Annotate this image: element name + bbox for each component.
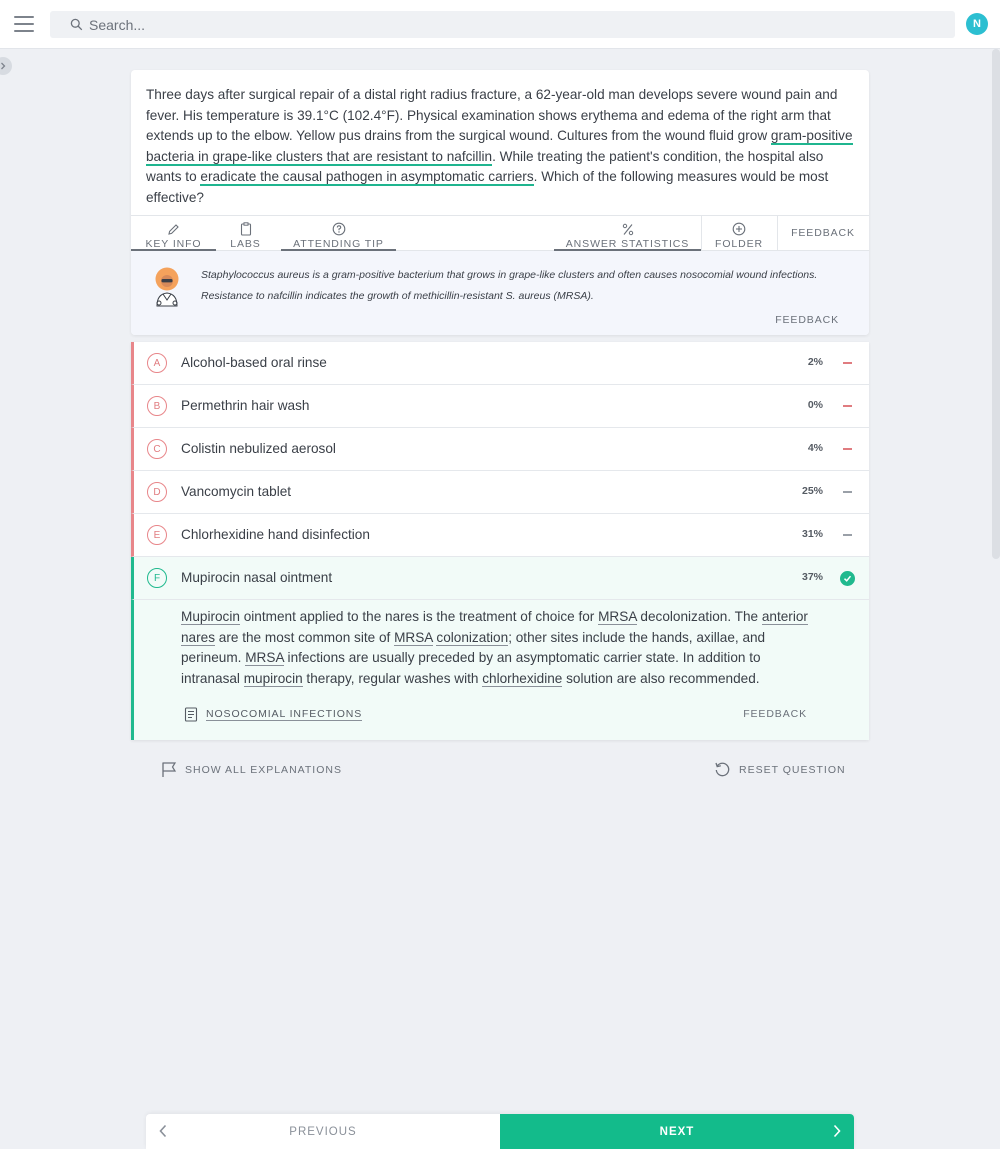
option-letter: B — [147, 396, 167, 416]
option-letter: E — [147, 525, 167, 545]
option-text: Colistin nebulized aerosol — [181, 441, 336, 456]
article-icon — [184, 707, 198, 722]
search-bar[interactable] — [50, 11, 955, 38]
top-bar: N — [0, 0, 1000, 49]
answer-option-d[interactable]: D Vancomycin tablet 25% — [131, 471, 869, 514]
show-all-explanations-button[interactable]: SHOW ALL EXPLANATIONS — [161, 761, 342, 778]
collapse-dash-icon[interactable] — [843, 448, 852, 450]
option-text: Chlorhexidine hand disinfection — [181, 527, 370, 542]
tab-folder[interactable]: FOLDER — [701, 216, 777, 251]
option-percent: 31% — [801, 528, 823, 540]
question-text: Three days after surgical repair of a di… — [146, 87, 853, 205]
search-input[interactable] — [89, 16, 689, 33]
previous-button[interactable]: PREVIOUS — [146, 1114, 500, 1149]
option-letter: D — [147, 482, 167, 502]
chevron-right-icon — [833, 1124, 841, 1138]
tab-labs[interactable]: LABS — [222, 216, 269, 251]
question-navigation: PREVIOUS NEXT — [146, 1114, 854, 1149]
highlighted-key-info[interactable]: eradicate the causal pathogen in asympto… — [200, 169, 534, 186]
reset-question-button[interactable]: RESET QUESTION — [714, 761, 846, 778]
glossary-link[interactable]: colonization — [436, 629, 509, 646]
sidebar-toggle-button[interactable] — [0, 57, 12, 75]
percent-icon — [622, 223, 633, 236]
add-circle-icon — [732, 222, 746, 236]
glossary-link[interactable]: MRSA — [245, 650, 284, 666]
question-circle-icon — [332, 222, 345, 236]
question-card: Three days after surgical repair of a di… — [131, 70, 869, 335]
option-letter: F — [147, 568, 167, 588]
pencil-icon — [168, 224, 179, 235]
tab-attending-tip[interactable]: ATTENDING TIP — [281, 216, 396, 252]
user-avatar[interactable]: N — [966, 13, 988, 35]
glossary-link[interactable]: MRSA — [598, 609, 637, 625]
glossary-link[interactable]: chlorhexidine — [482, 670, 563, 687]
chevron-left-icon — [159, 1124, 167, 1138]
reset-icon — [715, 762, 730, 777]
attending-tip-panel: Staphylococcus aureus is a gram-positive… — [131, 251, 869, 335]
option-percent: 25% — [801, 485, 823, 497]
tab-answer-statistics[interactable]: ANSWER STATISTICS — [554, 216, 701, 252]
attending-tip-text: Staphylococcus aureus is a gram-positive… — [201, 269, 818, 302]
search-icon — [70, 18, 83, 31]
collapse-dash-icon[interactable] — [843, 362, 852, 364]
answer-option-a[interactable]: A Alcohol-based oral rinse 2% — [131, 342, 869, 385]
article-link[interactable]: NOSOCOMIAL INFECTIONS — [184, 707, 363, 722]
answer-option-b[interactable]: B Permethrin hair wash 0% — [131, 385, 869, 428]
collapse-dash-icon[interactable] — [843, 405, 852, 407]
next-button[interactable]: NEXT — [500, 1114, 854, 1149]
option-text: Permethrin hair wash — [181, 398, 310, 413]
tip-feedback-button[interactable]: FEEDBACK — [775, 314, 839, 326]
collapse-dash-icon[interactable] — [843, 534, 852, 536]
option-text: Alcohol-based oral rinse — [181, 355, 327, 370]
answer-list: A Alcohol-based oral rinse 2% B Permethr… — [131, 342, 869, 740]
answer-option-f[interactable]: F Mupirocin nasal ointment 37% — [131, 557, 869, 600]
glossary-link[interactable]: mupirocin — [243, 670, 303, 687]
page-scrollbar[interactable] — [992, 49, 1000, 559]
option-text: Vancomycin tablet — [181, 484, 292, 499]
question-tabs: KEY INFO LABS ATTENDING TIP ANSWER STATI… — [131, 215, 869, 252]
option-percent: 0% — [807, 399, 823, 411]
answer-explanation: Mupirocin ointment applied to the nares … — [131, 600, 869, 740]
glossary-link[interactable]: MRSA — [394, 629, 433, 646]
tab-feedback[interactable]: FEEDBACK — [777, 216, 869, 251]
glossary-link[interactable]: Mupirocin — [181, 609, 240, 625]
explanation-text: Mupirocin ointment applied to the nares … — [181, 609, 808, 687]
answer-option-c[interactable]: C Colistin nebulized aerosol 4% — [131, 428, 869, 471]
flag-icon — [162, 762, 177, 777]
answer-option-e[interactable]: E Chlorhexidine hand disinfection 31% — [131, 514, 869, 557]
option-percent: 37% — [801, 571, 823, 583]
clipboard-icon — [240, 222, 251, 236]
option-percent: 4% — [807, 442, 823, 454]
collapse-dash-icon[interactable] — [843, 491, 852, 493]
option-percent: 2% — [807, 356, 823, 368]
hamburger-menu-icon[interactable] — [14, 16, 34, 32]
option-letter: C — [147, 439, 167, 459]
explanation-feedback-button[interactable]: FEEDBACK — [743, 708, 807, 720]
correct-check-icon — [840, 571, 855, 586]
tab-key-info[interactable]: KEY INFO — [131, 216, 216, 252]
option-letter: A — [147, 353, 167, 373]
doctor-avatar-icon — [155, 267, 179, 307]
chevron-right-icon — [1, 62, 6, 70]
option-text: Mupirocin nasal ointment — [181, 570, 333, 585]
